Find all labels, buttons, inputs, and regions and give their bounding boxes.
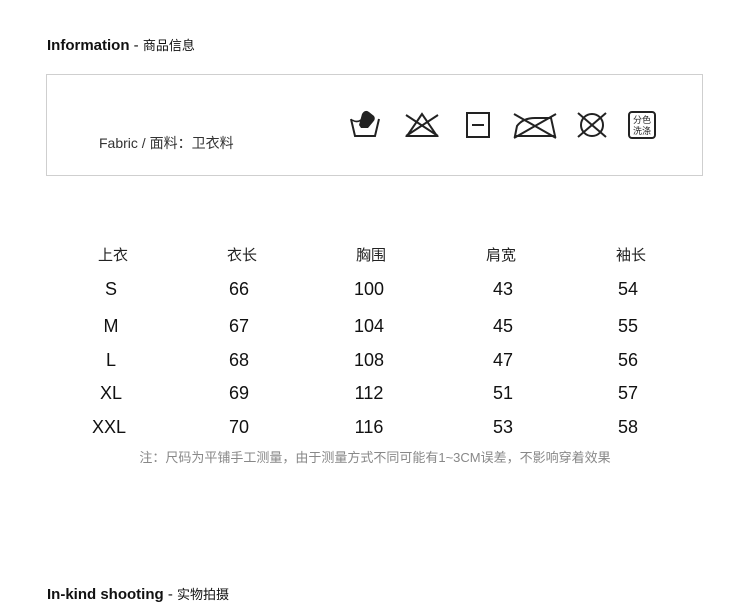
- header-shoulder: 肩宽: [485, 247, 517, 264]
- svg-text:洗涤: 洗涤: [633, 125, 651, 137]
- do-not-iron-icon: [511, 109, 559, 141]
- measurement-note: 注：尺码为平铺手工测量，由于测量方式不同可能有1~3CM误差，不影响穿着效果: [139, 450, 611, 465]
- chest-cell: 100: [353, 279, 385, 299]
- dry-flat-icon: [465, 109, 491, 141]
- sleeve-cell: 58: [617, 417, 639, 437]
- care-icons: 分色 洗涤: [347, 109, 667, 145]
- length-cell: 68: [228, 350, 250, 370]
- sleeve-cell: 55: [617, 316, 639, 336]
- hand-wash-icon: [349, 109, 381, 141]
- header-length: 衣长: [226, 247, 258, 264]
- shoulder-cell: 53: [492, 417, 514, 437]
- information-heading: Information - 商品信息: [47, 35, 195, 54]
- chest-cell: 112: [354, 383, 384, 403]
- size-cell: XL: [99, 383, 123, 403]
- do-not-dry-clean-icon: [575, 109, 609, 141]
- svg-text:分色: 分色: [633, 114, 651, 126]
- size-table: 上衣 衣长 胸围 肩宽 袖长 S 66 100 43 54 M 67 104 4…: [0, 238, 750, 438]
- chest-cell: 108: [353, 350, 385, 370]
- shooting-title: In-kind shooting: [47, 586, 164, 603]
- shooting-separator: -: [163, 586, 177, 603]
- fabric-care-panel: Fabric / 面料：卫衣料 分色 洗涤: [46, 74, 703, 176]
- length-cell: 69: [228, 383, 250, 403]
- information-title: Information: [47, 37, 130, 54]
- shooting-heading: In-kind shooting - 实物拍摄: [47, 584, 229, 603]
- chest-cell: 104: [353, 316, 385, 336]
- shoulder-cell: 45: [492, 316, 514, 336]
- length-cell: 66: [228, 279, 250, 299]
- wash-separately-icon: 分色 洗涤: [627, 109, 657, 141]
- sleeve-cell: 54: [617, 279, 639, 299]
- sleeve-cell: 57: [617, 383, 639, 403]
- chest-cell: 116: [354, 417, 384, 437]
- do-not-bleach-icon: [403, 109, 441, 141]
- information-subtitle: 商品信息: [142, 38, 195, 53]
- shoulder-cell: 43: [492, 279, 514, 299]
- shoulder-cell: 51: [492, 383, 514, 403]
- header-sleeve: 袖长: [615, 247, 647, 264]
- size-cell: S: [104, 279, 118, 299]
- header-chest: 胸围: [355, 247, 387, 264]
- length-cell: 67: [228, 316, 250, 336]
- fabric-label: Fabric / 面料：卫衣料: [99, 135, 234, 151]
- size-cell: L: [105, 350, 117, 370]
- length-cell: 70: [228, 417, 250, 437]
- size-cell: M: [103, 316, 119, 336]
- shoulder-cell: 47: [492, 350, 514, 370]
- sleeve-cell: 56: [617, 350, 639, 370]
- information-separator: -: [129, 37, 143, 54]
- size-cell: XXL: [91, 417, 127, 437]
- shooting-subtitle: 实物拍摄: [177, 587, 230, 602]
- header-top: 上衣: [97, 247, 129, 264]
